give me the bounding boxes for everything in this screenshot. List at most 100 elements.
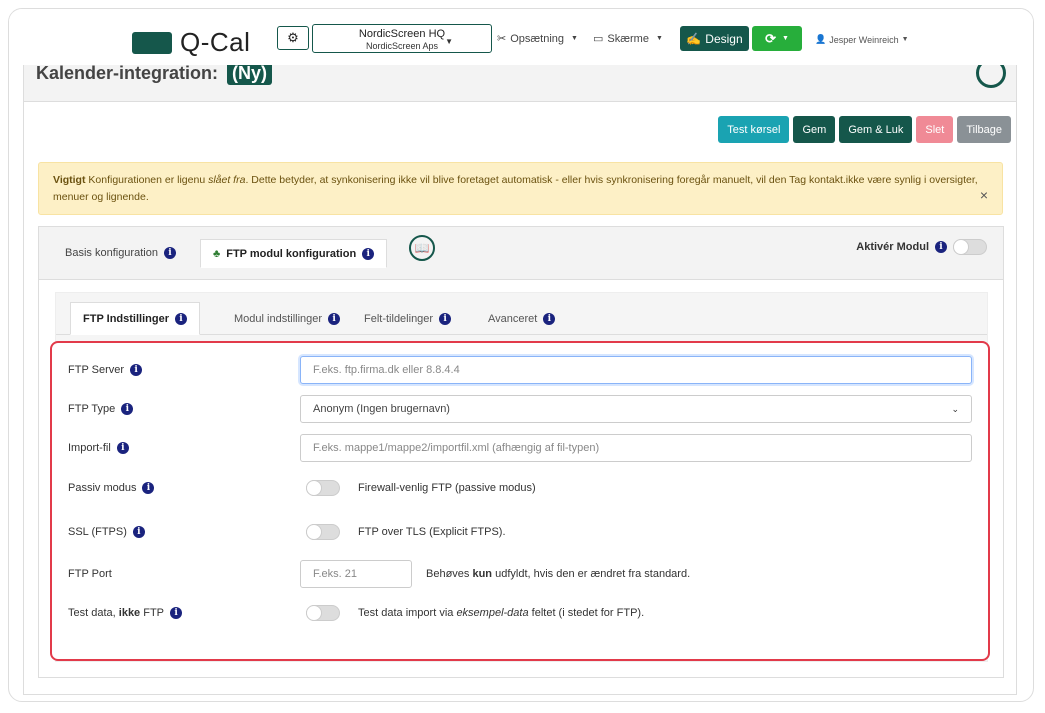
save-close-button[interactable]: Gem & Luk <box>839 116 913 143</box>
ftp-port-input[interactable]: F.eks. 21 <box>300 560 412 588</box>
org-subname: NordicScreen Aps <box>365 41 439 51</box>
save-button[interactable]: Gem <box>793 116 836 143</box>
sync-button[interactable]: ⟳ ▼ <box>752 26 802 51</box>
tab-advanced[interactable]: Avanceret i <box>476 302 567 335</box>
tab-ftp-module-configuration[interactable]: ♣ FTP modul konfiguration i <box>200 239 388 268</box>
import-file-label: Import-fil i <box>68 442 300 454</box>
inner-tabs: FTP Indstillinger i Modul indstillinger … <box>56 293 987 335</box>
info-icon[interactable]: i <box>935 241 947 253</box>
info-icon[interactable]: i <box>142 482 155 494</box>
info-icon[interactable]: i <box>439 312 452 325</box>
org-name: NordicScreen HQ <box>358 28 446 40</box>
ftp-type-value: Anonym (Ingen brugernavn) <box>313 403 450 415</box>
passive-mode-toggle[interactable] <box>306 480 340 496</box>
tab-field-mapping-label: Felt-tildelinger <box>364 312 434 325</box>
ftp-type-label: FTP Type i <box>68 403 300 415</box>
integration-card: Kalender-integration: (Ny) Test kørsel G… <box>23 55 1017 695</box>
app-window: Q-Cal ⚙ NordicScreen HQ NordicScreen Aps… <box>8 8 1034 702</box>
info-icon[interactable]: i <box>362 247 375 260</box>
tab-module-settings[interactable]: Modul indstillinger i <box>222 302 352 335</box>
book-icon[interactable]: 📖 <box>409 235 435 261</box>
module-tabs: Basis konfiguration i ♣ FTP modul konfig… <box>39 227 1003 280</box>
activate-module-label: Aktivér Modul <box>856 241 929 253</box>
test-data-label-text: Test data, ikke FTP <box>68 607 164 619</box>
delete-button[interactable]: Slet <box>916 116 954 143</box>
user-menu[interactable]: 👤 Jesper Weinreich ▼ <box>815 34 909 45</box>
nav-setup-menu[interactable]: ✂ Opsætning ▼ <box>497 32 578 46</box>
tab-ftp-label: FTP modul konfiguration <box>226 247 357 260</box>
design-icon: ✍ <box>686 31 702 46</box>
tab-advanced-label: Avanceret <box>488 312 538 325</box>
ssl-label-text: SSL (FTPS) <box>68 526 127 538</box>
module-config-box: Basis konfiguration i ♣ FTP modul konfig… <box>38 226 1004 678</box>
ftp-settings-container: FTP Indstillinger i Modul indstillinger … <box>50 292 990 662</box>
import-file-label-text: Import-fil <box>68 442 111 454</box>
ftp-port-label: FTP Port <box>68 568 300 580</box>
ssl-label: SSL (FTPS) i <box>68 526 300 538</box>
test-data-toggle[interactable] <box>306 605 340 621</box>
import-file-input[interactable]: F.eks. mappe1/mappe2/importfil.xml (afhæ… <box>300 434 972 462</box>
logo-mark <box>132 31 172 54</box>
info-icon[interactable]: i <box>121 403 134 415</box>
port-desc-bold: kun <box>472 568 493 580</box>
ssl-desc: FTP over TLS (Explicit FTPS). <box>358 526 506 538</box>
info-icon[interactable]: i <box>130 364 143 376</box>
info-icon[interactable]: i <box>170 607 183 619</box>
ssl-toggle[interactable] <box>306 524 340 540</box>
ftp-type-label-text: FTP Type <box>68 403 116 415</box>
row-import-file: Import-fil i F.eks. mappe1/mappe2/import… <box>68 434 978 462</box>
alert-strong: Vigtigt <box>53 174 86 186</box>
activate-module-toggle[interactable] <box>953 239 987 255</box>
top-navbar: Q-Cal ⚙ NordicScreen HQ NordicScreen Aps… <box>9 9 1033 65</box>
test-label-1: Test data, <box>68 607 119 619</box>
port-desc-1: Behøves <box>426 568 473 580</box>
ftp-type-select[interactable]: Anonym (Ingen brugernavn) ⌄ <box>300 395 972 423</box>
tab-ftp-settings[interactable]: FTP Indstillinger i <box>70 302 200 335</box>
test-run-button[interactable]: Test kørsel <box>718 116 790 143</box>
tab-basis-configuration[interactable]: Basis konfiguration i <box>53 239 188 267</box>
test-data-label: Test data, ikke FTP i <box>68 607 300 619</box>
tab-field-mapping[interactable]: Felt-tildelinger i <box>352 302 463 335</box>
info-icon[interactable]: i <box>328 312 341 325</box>
caret-down-icon: ▼ <box>655 35 663 42</box>
tools-icon: ✂ <box>497 33 507 45</box>
info-icon[interactable]: i <box>174 312 187 325</box>
nav-screens-menu[interactable]: ▭ Skærme ▼ <box>593 32 663 46</box>
brand-logo[interactable]: Q-Cal <box>132 27 250 58</box>
test-desc-em: eksempel-data <box>456 607 529 619</box>
row-passive-mode: Passiv modus i Firewall-venlig FTP (pass… <box>68 480 978 496</box>
tab-basis-label: Basis konfiguration <box>65 247 158 259</box>
caret-down-icon: ▼ <box>445 37 453 46</box>
settings-gear-button[interactable]: ⚙ <box>277 26 309 50</box>
chevron-down-icon: ⌄ <box>951 403 959 414</box>
caret-down-icon: ▼ <box>901 36 909 43</box>
sync-icon: ⟳ <box>765 30 776 46</box>
ftp-server-input[interactable]: F.eks. ftp.firma.dk eller 8.8.4.4 <box>300 356 972 384</box>
caret-down-icon: ▼ <box>781 35 789 42</box>
info-icon[interactable]: i <box>116 442 129 454</box>
row-ftp-type: FTP Type i Anonym (Ingen brugernavn) ⌄ <box>68 395 978 423</box>
ftp-port-desc: Behøves kun udfyldt, hvis den er ændret … <box>426 568 690 580</box>
brand-name: Q-Cal <box>180 27 251 57</box>
user-gear-icon: 👤 <box>815 34 827 44</box>
back-button[interactable]: Tilbage <box>957 116 1011 143</box>
design-button[interactable]: ✍ Design <box>680 26 749 51</box>
organization-selector[interactable]: NordicScreen HQ NordicScreen Aps ▼ <box>312 24 492 53</box>
info-icon[interactable]: i <box>132 526 145 538</box>
close-icon[interactable]: × <box>980 187 988 204</box>
warning-alert: Vigtigt Konfigurationen er ligenu slået … <box>38 162 1003 215</box>
info-icon[interactable]: i <box>163 247 176 259</box>
nav-setup-label: Opsætning <box>510 32 565 45</box>
test-desc-1: Test data import via <box>358 607 457 619</box>
passive-mode-desc: Firewall-venlig FTP (passive modus) <box>358 482 536 494</box>
passive-mode-label: Passiv modus i <box>68 482 300 494</box>
monitor-icon: ▭ <box>593 33 604 45</box>
info-icon[interactable]: i <box>543 312 556 325</box>
ftp-port-label-text: FTP Port <box>68 568 112 580</box>
passive-mode-label-text: Passiv modus <box>68 482 137 494</box>
gears-icon: ⚙ <box>287 30 299 45</box>
row-ftp-server: FTP Server i F.eks. ftp.firma.dk eller 8… <box>68 356 978 384</box>
test-data-desc: Test data import via eksempel-data felte… <box>358 607 644 619</box>
alert-em: slået fra <box>208 174 246 186</box>
user-name: Jesper Weinreich <box>829 34 899 45</box>
